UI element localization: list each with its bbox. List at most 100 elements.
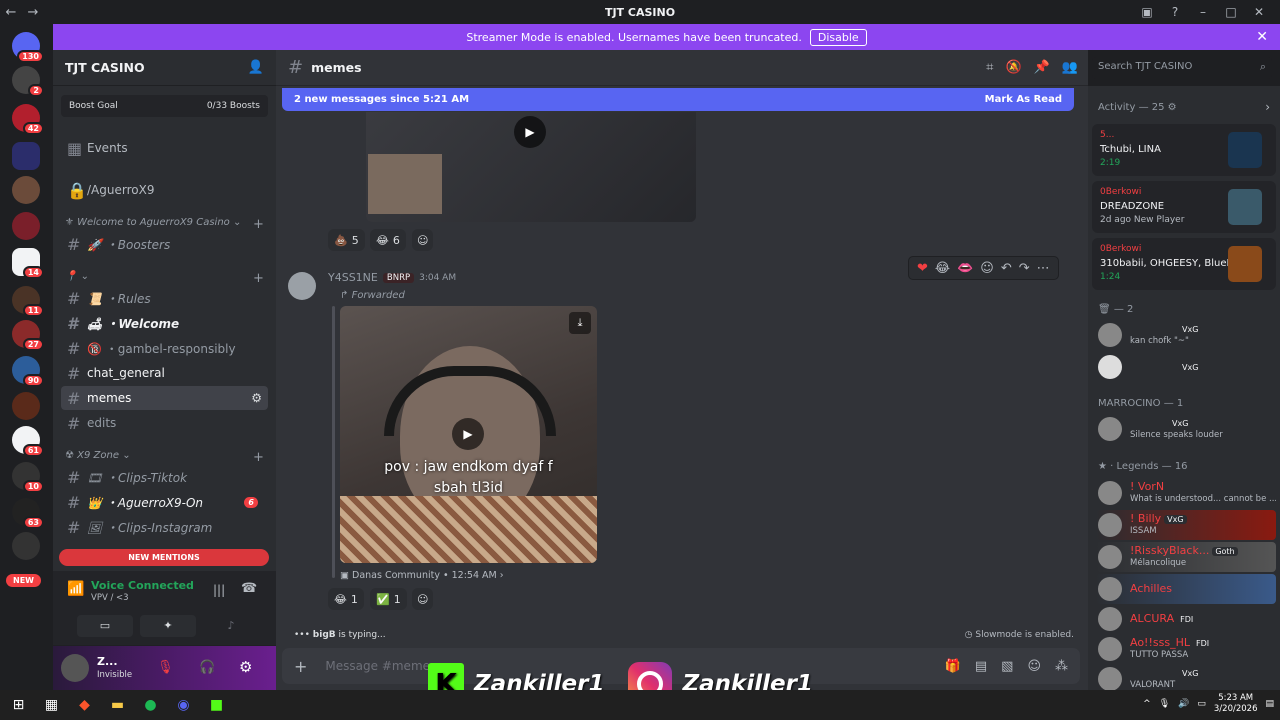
server-icon[interactable] [12, 532, 40, 560]
forward-icon[interactable]: ↷ [1019, 261, 1030, 276]
reaction-laugh[interactable]: 😂 1 [328, 588, 364, 610]
avatar[interactable] [288, 272, 316, 300]
deafen-icon[interactable]: 🎧 [199, 660, 215, 675]
search-input[interactable]: Search TJT CASINO ⌕ [1092, 57, 1272, 79]
add-reaction-icon[interactable]: ☺ [980, 261, 994, 276]
server-icon[interactable]: 14 [12, 248, 44, 279]
search-icon[interactable]: ▦ [35, 697, 68, 713]
server-icon[interactable]: 42 [12, 104, 44, 135]
member-item[interactable]: ! VorN What is understood... cannot be ..… [1096, 478, 1276, 508]
boost-goal[interactable]: Boost Goal 0/33 Boosts [61, 95, 268, 117]
server-icon[interactable]: 63 [12, 498, 44, 529]
member-list-icon[interactable]: 👥 [1062, 60, 1078, 75]
voice-channel[interactable]: VPV / <3 [91, 593, 129, 603]
sticker-icon[interactable]: ▧ [1001, 659, 1013, 674]
folder-icon[interactable] [12, 142, 40, 170]
channel-clips-instagram[interactable]: # 🖼 ・Clips-Instagram [61, 515, 268, 539]
gift-icon[interactable]: 🎁 [945, 659, 961, 674]
download-icon[interactable]: ⤓ [569, 312, 591, 334]
kick-icon[interactable]: ■ [200, 697, 233, 713]
file-explorer-icon[interactable]: ▬ [101, 697, 134, 713]
channel-settings-icon[interactable]: ⚙ [251, 391, 262, 405]
member-item[interactable]: Achilles [1096, 574, 1276, 604]
server-tag[interactable]: BNRP [382, 272, 415, 283]
gif-icon[interactable]: ▤ [975, 659, 987, 674]
new-pill[interactable]: NEW [6, 574, 41, 587]
mute-icon[interactable]: 🎙 [157, 660, 174, 675]
channel-aguerrox9[interactable]: 🔒 /AguerroX9 [61, 178, 268, 202]
close-notice-icon[interactable]: ✕ [1256, 29, 1268, 45]
maximize-icon[interactable]: □ [1218, 0, 1244, 24]
minimize-icon[interactable]: – [1190, 0, 1216, 24]
reply-icon[interactable]: ↶ [1001, 261, 1012, 276]
channel-aguerrox9-on[interactable]: # 👑 ・AguerroX9-On 6 [61, 490, 268, 514]
server-icon[interactable]: 27 [12, 320, 44, 351]
discord-icon[interactable]: ◉ [167, 697, 200, 713]
more-icon[interactable]: ⋯ [1037, 261, 1050, 276]
close-window-icon[interactable]: ✕ [1246, 0, 1272, 24]
server-icon[interactable]: 90 [12, 356, 44, 387]
channel-edits[interactable]: # edits [61, 411, 268, 435]
invite-icon[interactable]: 👤 [248, 60, 264, 75]
signal-icon[interactable]: 📶 [67, 581, 84, 597]
heart-reaction-icon[interactable]: ❤ [917, 261, 928, 276]
server-icon[interactable] [12, 392, 40, 420]
disconnect-icon[interactable]: ☎ [241, 581, 257, 596]
member-item[interactable]: ! Billy VxG ISSAM [1096, 510, 1276, 540]
server-icon[interactable] [12, 212, 40, 240]
network-icon[interactable]: ▭ [1197, 699, 1206, 709]
direct-messages-icon[interactable]: 130 [12, 32, 44, 63]
channel-gambel-responsibly[interactable]: # 🔞 ・gambel-responsibly [61, 336, 268, 360]
channel-welcome[interactable]: # 🛋 ・Welcome [61, 311, 268, 335]
category-rules[interactable]: 📍 ⌄ + [65, 271, 264, 286]
play-icon[interactable]: ▶ [514, 116, 546, 148]
video-embed[interactable]: ▶ pov : jaw endkom dyaf f sbah tl3id ⤓ [340, 306, 597, 563]
channel-boosters[interactable]: # 🚀 ・Boosters [61, 232, 268, 256]
windows-start-icon[interactable]: ⊞ [2, 697, 35, 713]
attach-icon[interactable]: + [294, 657, 307, 676]
clock[interactable]: 5:23 AM 3/20/2026 [1214, 693, 1258, 715]
new-mentions-button[interactable]: NEW MENTIONS [59, 549, 269, 566]
activity-card[interactable]: 0Berkowi DREADZONE 2d ago New Player [1092, 181, 1276, 233]
server-icon[interactable]: 2 [12, 66, 44, 97]
screen-share-icon[interactable]: ▭ [77, 615, 133, 637]
tray-chevron-icon[interactable]: ^ [1143, 699, 1151, 709]
notification-icon[interactable]: ▤ [1265, 699, 1274, 709]
add-reaction-icon[interactable]: ☺ [412, 588, 434, 610]
threads-icon[interactable]: ⌗ [986, 60, 993, 75]
emoji-icon[interactable]: ☺ [1027, 659, 1041, 674]
channel-memes[interactable]: # memes ⚙ [61, 386, 268, 410]
member-item[interactable]: ALCURA FDI [1096, 604, 1276, 634]
help-icon[interactable]: ? [1162, 0, 1188, 24]
pin-icon[interactable]: 📌 [1034, 60, 1050, 75]
server-icon[interactable]: 10 [12, 462, 44, 493]
add-channel-icon[interactable]: + [253, 450, 264, 465]
disable-button[interactable]: Disable [809, 28, 867, 46]
member-item[interactable]: Ao!!sss_HL FDI TUTTO PASSA [1096, 634, 1276, 664]
activity-card[interactable]: 0Berkowi 310babii, OHGEESY, BlueB... 1:2… [1092, 238, 1276, 290]
add-channel-icon[interactable]: + [253, 271, 264, 286]
brave-icon[interactable]: ◆ [68, 697, 101, 713]
laugh-reaction-icon[interactable]: 😂 [935, 261, 950, 276]
reaction-poop[interactable]: 💩 5 [328, 229, 365, 251]
server-icon[interactable] [12, 176, 40, 204]
activities-icon[interactable]: ✦ [140, 615, 196, 637]
category-x9-zone[interactable]: ☢ X9 Zone ⌄ + [65, 450, 264, 465]
video-embed[interactable]: ▶ [366, 112, 696, 222]
server-icon[interactable]: 11 [12, 286, 44, 317]
add-channel-icon[interactable]: + [253, 217, 264, 232]
inbox-icon[interactable]: ▣ [1134, 0, 1160, 24]
avatar[interactable] [61, 654, 89, 682]
activity-card[interactable]: 5... Tchubi, LINA 2:19 [1092, 124, 1276, 176]
member-item[interactable]: !RisskyBlack... Goth Mélancolique [1096, 542, 1276, 572]
notifications-icon[interactable]: 🔕 [1005, 60, 1021, 75]
settings-icon[interactable]: ⚙ [239, 658, 252, 676]
play-icon[interactable]: ▶ [452, 418, 484, 450]
channel-chat-general[interactable]: # chat_general [61, 361, 268, 385]
server-icon[interactable]: 61 [12, 426, 44, 457]
mic-icon[interactable]: 🎙 [1159, 699, 1170, 709]
channel-clips-tiktok[interactable]: # 🎞 ・Clips-Tiktok [61, 465, 268, 489]
author-name[interactable]: Y4SS1NE [328, 271, 378, 284]
chevron-right-icon[interactable]: › [1265, 100, 1270, 114]
reaction-check[interactable]: ✅ 1 [370, 588, 407, 610]
